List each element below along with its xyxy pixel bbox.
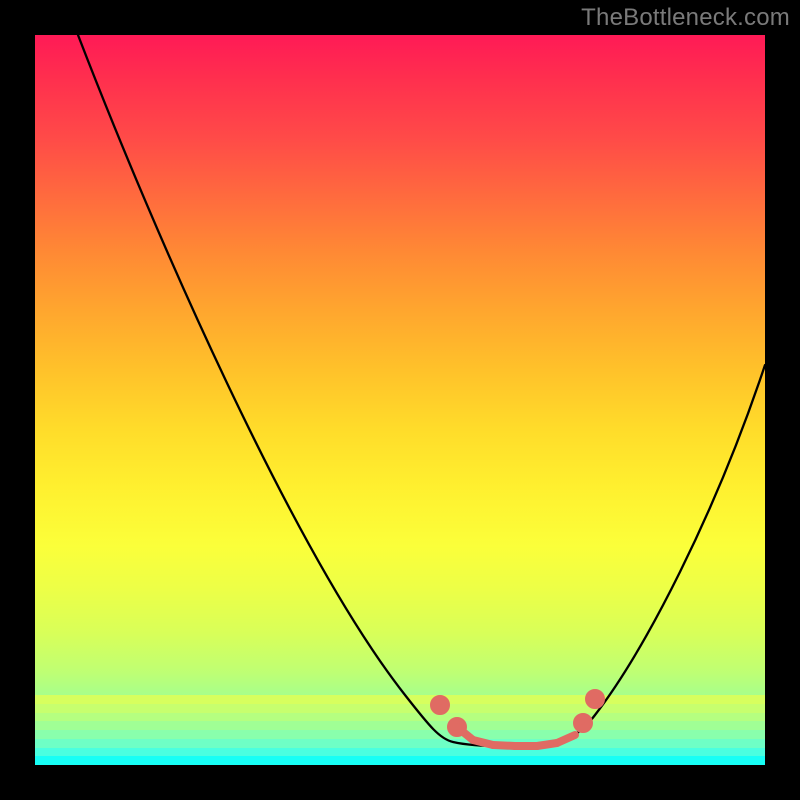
plot-area <box>35 35 765 765</box>
curve-layer <box>35 35 765 765</box>
chart-frame: TheBottleneck.com <box>0 0 800 800</box>
bottleneck-curve <box>78 35 765 746</box>
watermark-text: TheBottleneck.com <box>581 4 790 32</box>
optimum-markers <box>434 693 601 746</box>
